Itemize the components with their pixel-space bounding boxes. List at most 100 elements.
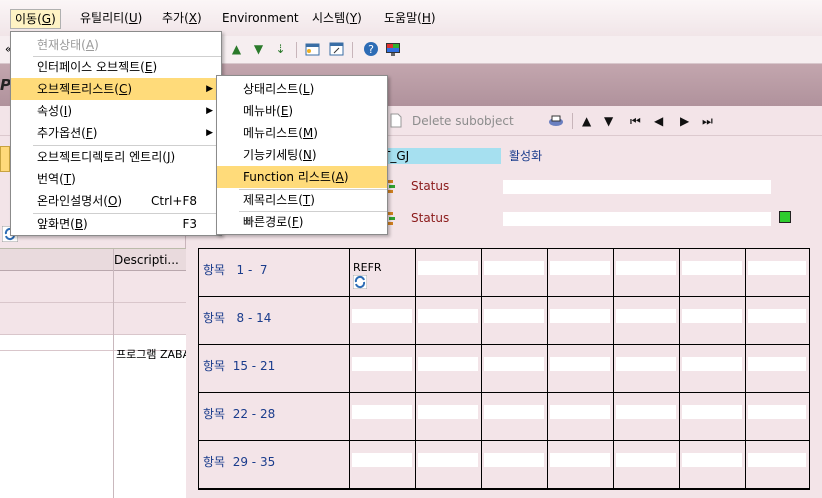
grid-divider	[349, 249, 350, 489]
submenu-arrow-icon: ▶	[206, 128, 213, 138]
customize-layout-icon[interactable]	[384, 41, 401, 58]
function-code-field[interactable]	[550, 357, 610, 371]
table-row[interactable]	[0, 271, 186, 303]
last-page-icon[interactable]: ⏭	[702, 114, 713, 129]
menu-item-translation[interactable]: 번역(T)	[11, 168, 221, 190]
function-code-field[interactable]	[352, 405, 412, 419]
page-down-icon[interactable]: ▼	[250, 41, 267, 58]
arrow-down-icon[interactable]: ▼	[604, 114, 613, 128]
function-code-field[interactable]	[550, 405, 610, 419]
function-code-field[interactable]	[748, 453, 806, 467]
function-code-field[interactable]	[748, 261, 806, 275]
next-page-icon[interactable]: ▶	[680, 114, 689, 128]
submenu-item-function-list[interactable]: Function 리스트(A)	[217, 166, 387, 188]
submenu-item-menu-bar[interactable]: 메뉴바(E)	[217, 100, 387, 122]
grid-divider	[415, 249, 416, 489]
menu-system[interactable]: 시스템(Y)	[308, 9, 366, 29]
function-code-field[interactable]	[682, 261, 742, 275]
function-code-cell[interactable]: REFR	[353, 261, 382, 274]
input-field-edge[interactable]	[0, 146, 10, 172]
arrow-up-icon[interactable]: ▲	[582, 114, 591, 128]
document-icon[interactable]	[390, 113, 402, 128]
menu-help[interactable]: 도움말(H)	[380, 9, 440, 29]
function-code-field[interactable]	[484, 261, 544, 275]
function-code-field[interactable]	[418, 309, 478, 323]
function-code-field[interactable]	[418, 261, 478, 275]
grid-divider	[481, 249, 482, 489]
new-session-icon[interactable]	[304, 41, 321, 58]
grid-row-label: 항목 15 - 21	[203, 359, 276, 373]
function-code-field[interactable]	[616, 261, 676, 275]
function-code-field[interactable]	[616, 309, 676, 323]
status-field-1[interactable]	[503, 180, 771, 194]
toolbar-separator	[352, 42, 353, 58]
function-code-field[interactable]	[682, 405, 742, 419]
function-code-field[interactable]	[682, 453, 742, 467]
function-code-field[interactable]	[748, 357, 806, 371]
submenu-item-function-key-settings[interactable]: 기능키세팅(N)	[217, 144, 387, 166]
toolbar-separator	[296, 42, 297, 58]
menu-item-more-options[interactable]: 추가옵션(F) ▶	[11, 122, 221, 144]
function-code-field[interactable]	[352, 453, 412, 467]
function-code-field[interactable]	[418, 453, 478, 467]
status-field-2[interactable]	[503, 212, 771, 226]
function-code-field[interactable]	[484, 453, 544, 467]
function-code-field[interactable]	[616, 453, 676, 467]
shortcut-icon[interactable]	[328, 41, 345, 58]
submenu-item-menu-list[interactable]: 메뉴리스트(M)	[217, 122, 387, 144]
function-code-field[interactable]	[748, 309, 806, 323]
menu-item-attributes[interactable]: 속성(I) ▶	[11, 100, 221, 122]
function-code-field[interactable]	[748, 405, 806, 419]
active-status-indicator	[779, 211, 791, 223]
grid-row-label: 항목 29 - 35	[203, 455, 276, 469]
object-list-submenu: 상태리스트(L) 메뉴바(E) 메뉴리스트(M) 기능키세팅(N) Functi…	[216, 75, 388, 235]
status-icon	[387, 212, 397, 226]
refresh-icon	[352, 274, 368, 290]
grid-row-label: 항목 1 - 7	[203, 263, 268, 277]
menu-environment[interactable]: Environment	[218, 9, 303, 29]
function-code-field[interactable]	[418, 357, 478, 371]
function-code-field[interactable]	[352, 309, 412, 323]
function-code-field[interactable]	[550, 453, 610, 467]
first-page-icon[interactable]: ⏮	[630, 114, 641, 129]
function-code-field[interactable]	[418, 405, 478, 419]
submenu-item-fast-path[interactable]: 빠른경로(F)	[217, 211, 387, 233]
menu-utilities[interactable]: 유틸리티(U)	[76, 9, 146, 29]
function-code-field[interactable]	[682, 357, 742, 371]
status-icon	[387, 180, 397, 194]
table-header: Descripti...	[0, 249, 186, 271]
table-row[interactable]	[0, 303, 186, 335]
submenu-item-status-list[interactable]: 상태리스트(L)	[217, 78, 387, 100]
function-code-field[interactable]	[682, 309, 742, 323]
function-code-field[interactable]	[550, 261, 610, 275]
menu-item-online-manual[interactable]: 온라인설명서(O) Ctrl+F8	[11, 190, 221, 212]
active-status-label: 활성화	[509, 149, 543, 163]
submenu-arrow-icon: ▶	[206, 106, 213, 116]
menu-goto[interactable]: 이동(G)	[10, 9, 61, 29]
menu-item-back[interactable]: 앞화면(B) F3	[11, 213, 221, 235]
function-code-field[interactable]	[484, 405, 544, 419]
menu-item-object-list[interactable]: 오브젝트리스트(C) ▶	[11, 78, 221, 100]
function-code-field[interactable]	[484, 357, 544, 371]
submenu-item-title-list[interactable]: 제목리스트(T)	[217, 189, 387, 211]
menu-item-object-directory-entry[interactable]: 오브젝트디렉토리 엔트리(J)	[11, 146, 221, 168]
menu-extras[interactable]: 추가(X)	[158, 9, 206, 29]
menu-item-current-status[interactable]: 현재상태(A)	[11, 34, 221, 56]
column-header-description[interactable]: Descripti...	[114, 253, 179, 267]
help-icon[interactable]: ?	[362, 41, 379, 58]
function-key-grid: 항목 1 - 7 항목 8 - 14 항목 15 - 21 항목 22 - 28…	[198, 248, 810, 490]
function-code-field[interactable]	[352, 357, 412, 371]
goto-menu: 현재상태(A) 인터페이스 오브젝트(E) 오브젝트리스트(C) ▶ 속성(I) ▶…	[10, 31, 222, 236]
last-page-icon[interactable]: ⇣	[272, 41, 289, 58]
menu-item-interface-objects[interactable]: 인터페이스 오브젝트(E)	[11, 56, 221, 78]
function-code-field[interactable]	[550, 309, 610, 323]
print-icon[interactable]	[548, 113, 564, 128]
delete-subobject-button[interactable]: Delete subobject	[412, 114, 514, 128]
page-up-icon[interactable]: ▲	[228, 41, 245, 58]
grid-row-label: 항목 8 - 14	[203, 311, 272, 325]
function-code-field[interactable]	[484, 309, 544, 323]
function-code-field[interactable]	[616, 405, 676, 419]
function-code-field[interactable]	[616, 357, 676, 371]
status-label-2: Status	[411, 211, 450, 225]
previous-page-icon[interactable]: ◀	[654, 114, 663, 128]
